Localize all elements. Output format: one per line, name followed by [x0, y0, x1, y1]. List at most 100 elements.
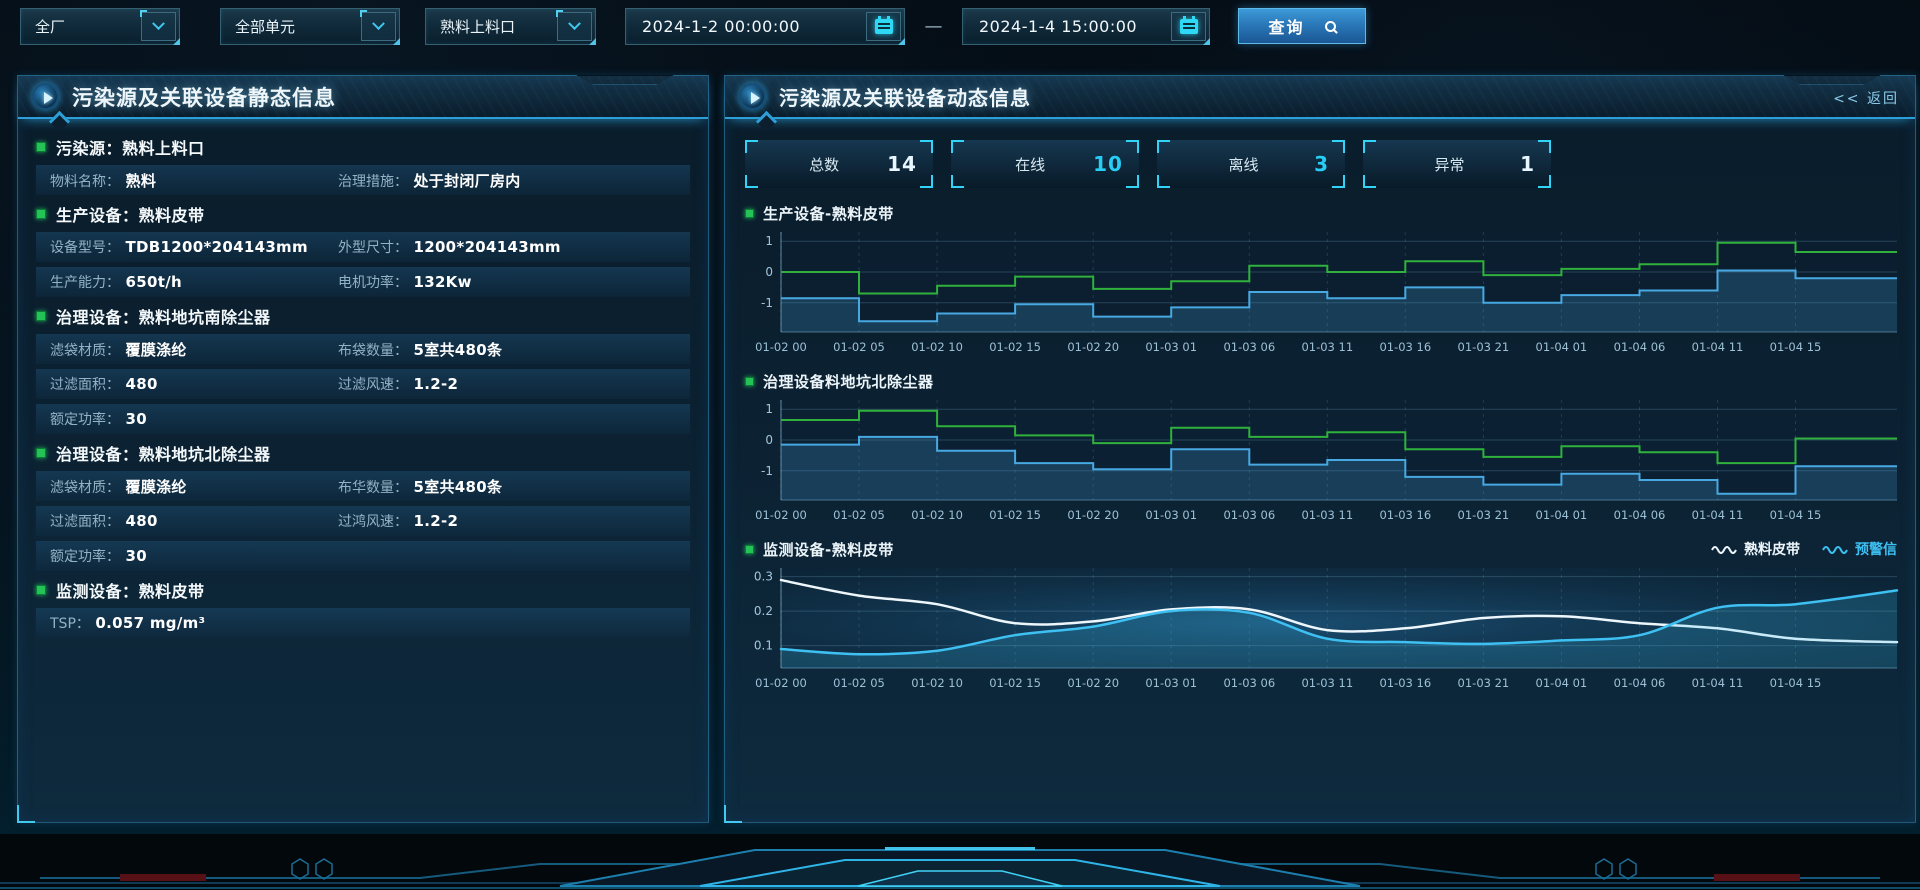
- legend-item[interactable]: 预警信: [1822, 539, 1897, 559]
- section-header-label: 治理设备：熟料地坑北除尘器: [56, 441, 271, 465]
- play-icon: [739, 83, 766, 110]
- svg-text:01-02 05: 01-02 05: [833, 508, 885, 522]
- field-value: 1.2-2: [408, 375, 458, 393]
- svg-text:01-02 00: 01-02 00: [755, 508, 807, 522]
- chart-legend: 熟料皮带 预警信: [1711, 539, 1901, 559]
- date-start-value[interactable]: 2024-1-2 00:00:00: [626, 17, 866, 36]
- filter-select-value: 全厂: [21, 16, 141, 37]
- section-header: 生产设备：熟料皮带: [36, 200, 690, 228]
- field-label: 滤袋材质: [50, 340, 120, 360]
- field-label: 物料名称: [50, 171, 120, 191]
- field-value: 5室共480条: [408, 339, 502, 360]
- chevron-down-icon[interactable]: [141, 12, 176, 41]
- dynamic-info-title: 污染源及关联设备动态信息: [779, 82, 1031, 111]
- svg-text:0.3: 0.3: [754, 570, 773, 584]
- svg-text:0.2: 0.2: [754, 604, 773, 618]
- legend-item[interactable]: 熟料皮带: [1711, 539, 1800, 559]
- back-button[interactable]: << 返回: [1833, 88, 1899, 108]
- date-range-separator: —: [905, 16, 962, 37]
- date-end-value[interactable]: 2024-1-4 15:00:00: [963, 17, 1171, 36]
- stat-value: 3: [1314, 152, 1329, 176]
- stat-card: 在线 10: [951, 140, 1139, 188]
- stat-value: 1: [1520, 152, 1535, 176]
- svg-text:01-03 11: 01-03 11: [1301, 340, 1353, 354]
- chevron-down-icon[interactable]: [557, 12, 592, 41]
- field-value: 5室共480条: [408, 476, 502, 497]
- table-row: 过滤面积 480过滤风速 1.2-2: [36, 369, 690, 399]
- svg-text:01-03 21: 01-03 21: [1458, 340, 1510, 354]
- field: 外型尺寸 1200*204143mm: [338, 237, 676, 257]
- field: 电机功率 132Kw: [338, 272, 676, 292]
- section-header-label: 监测设备：熟料皮带: [56, 578, 205, 602]
- green-square-icon: [745, 209, 754, 218]
- svg-text:1: 1: [765, 402, 773, 416]
- chart-smooth: 监测设备-熟料皮带熟料皮带预警信 0.3 0.2 0.1 01-02 0001-…: [745, 538, 1901, 694]
- svg-text:01-04 11: 01-04 11: [1692, 508, 1744, 522]
- field-label: 治理措施: [338, 171, 408, 191]
- field: 物料名称 熟料: [50, 170, 338, 191]
- section-header: 治理设备：熟料地坑南除尘器: [36, 302, 690, 330]
- field-value: 1200*204143mm: [408, 238, 561, 256]
- svg-text:1: 1: [765, 234, 773, 248]
- svg-text:01-02 05: 01-02 05: [833, 676, 885, 690]
- svg-text:-1: -1: [761, 296, 773, 310]
- wave-line-icon: [1822, 543, 1848, 555]
- chart-title-row: 生产设备-熟料皮带: [745, 202, 1901, 224]
- toolbar: 全厂 全部单元 熟料上料口 2024-1-2 00:00:00 — 2024-1-4…: [20, 7, 1366, 45]
- table-row: 设备型号 TDB1200*204143mm外型尺寸 1200*204143mm: [36, 232, 690, 262]
- green-square-icon: [36, 209, 46, 219]
- green-square-icon: [36, 142, 46, 152]
- svg-text:01-02 15: 01-02 15: [989, 676, 1041, 690]
- dynamic-info-header: 污染源及关联设备动态信息: [725, 76, 1915, 119]
- field-label: 生产能力: [50, 272, 120, 292]
- stat-label: 在线: [1015, 154, 1045, 175]
- field: TSP 0.057 mg/m³: [50, 613, 338, 633]
- field-label: 布袋数量: [338, 340, 408, 360]
- field-label: 额定功率: [50, 409, 120, 429]
- wave-line-icon: [1711, 543, 1737, 555]
- field-label: 过滤面积: [50, 511, 120, 531]
- filter-select[interactable]: 熟料上料口: [425, 8, 596, 45]
- date-start-picker[interactable]: 2024-1-2 00:00:00: [625, 8, 905, 45]
- search-button[interactable]: 查询: [1238, 8, 1366, 44]
- dynamic-info-panel: 污染源及关联设备动态信息 << 返回 总数14在线10离线3异常1 生产设备-熟…: [724, 75, 1916, 823]
- stat-card: 离线3: [1157, 140, 1345, 188]
- green-square-icon: [745, 545, 754, 554]
- filter-select[interactable]: 全部单元: [220, 8, 400, 45]
- chart-title: 生产设备-熟料皮带: [763, 203, 894, 224]
- svg-text:01-02 20: 01-02 20: [1067, 508, 1119, 522]
- svg-text:0.1: 0.1: [754, 639, 773, 653]
- stat-value: 10: [1093, 152, 1123, 176]
- legend-label: 熟料皮带: [1744, 539, 1800, 559]
- field: 额定功率 30: [50, 409, 338, 429]
- field-label: TSP: [50, 613, 90, 633]
- field-label: 外型尺寸: [338, 237, 408, 257]
- static-info-title: 污染源及关联设备静态信息: [72, 82, 336, 112]
- dashboard-root: 全厂 全部单元 熟料上料口 2024-1-2 00:00:00 — 2024-1-4…: [0, 0, 1920, 890]
- filter-select-value: 全部单元: [221, 16, 361, 37]
- stat-card: 异常1: [1363, 140, 1551, 188]
- field: 过滤面积 480: [50, 374, 338, 394]
- calendar-icon[interactable]: [866, 12, 901, 41]
- header-chevron-decoration: [756, 111, 777, 132]
- filter-select[interactable]: 全厂: [20, 8, 180, 45]
- calendar-icon[interactable]: [1171, 12, 1206, 41]
- chart-plot: 1 0 -1 01-02 0001-02 0501-02 1001-02 150…: [745, 394, 1901, 526]
- chart-title-row: 治理设备料地坑北除尘器: [745, 370, 1901, 392]
- chevron-down-icon[interactable]: [361, 12, 396, 41]
- chart-title: 监测设备-熟料皮带: [763, 539, 894, 560]
- field-value: 熟料: [120, 170, 156, 191]
- svg-text:01-04 01: 01-04 01: [1536, 508, 1588, 522]
- svg-text:01-03 16: 01-03 16: [1379, 676, 1431, 690]
- chart-step: 治理设备料地坑北除尘器 1 0 -1 01-02 0001-02 0501-02…: [745, 370, 1901, 526]
- field-value: 30: [120, 547, 147, 565]
- svg-text:01-04 15: 01-04 15: [1770, 676, 1822, 690]
- search-icon: [1325, 21, 1336, 32]
- table-row: 滤袋材质 覆膜涤纶布华数量 5室共480条: [36, 471, 690, 501]
- date-end-picker[interactable]: 2024-1-4 15:00:00: [962, 8, 1210, 45]
- section-header-label: 生产设备：熟料皮带: [56, 202, 205, 226]
- field-label: 过滤风速: [338, 374, 408, 394]
- field-value: 处于封闭厂房内: [408, 170, 521, 191]
- footer-decoration: [0, 834, 1920, 890]
- section-header-label: 污染源：熟料上料口: [56, 135, 205, 159]
